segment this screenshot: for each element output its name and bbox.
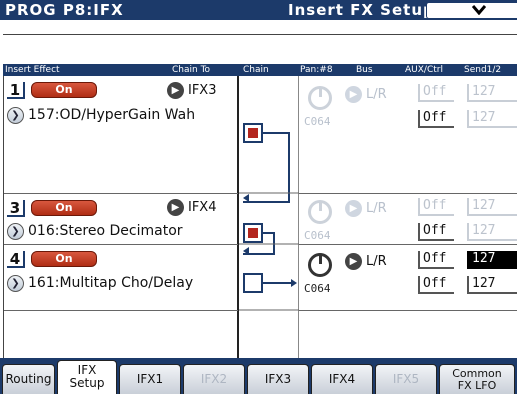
bus-arrow-icon: ▶ xyxy=(345,253,362,270)
chevron-down-icon xyxy=(471,5,487,16)
insert-fx-setup-screen: PROG P8:IFX Insert FX Setup Insert Effec… xyxy=(0,0,517,394)
tab-ifx5: IFX5 xyxy=(375,364,437,394)
slot-number: 1 xyxy=(7,82,25,99)
knob-pointer xyxy=(319,202,322,211)
chain-toggle[interactable] xyxy=(243,223,263,243)
pan-value: C064 xyxy=(304,282,331,295)
send2-value[interactable]: 127 xyxy=(467,276,517,294)
col-send: Send1/2 xyxy=(464,65,502,75)
send1-value: 127 xyxy=(467,84,517,102)
ctrl-value[interactable]: Off xyxy=(418,110,454,128)
pan-value: C064 xyxy=(304,229,331,242)
bus-select: ▶ L/R xyxy=(345,200,387,218)
divider xyxy=(299,244,517,245)
col-insert-effect: Insert Effect xyxy=(5,65,60,75)
ifx-on-button[interactable]: On xyxy=(31,251,97,267)
bus-value: L/R xyxy=(366,254,387,269)
bus-value: L/R xyxy=(366,87,387,102)
effect-name: 161:Multitap Cho/Delay xyxy=(28,275,194,291)
tab-ifx-setup[interactable]: IFX Setup xyxy=(57,360,117,394)
chain-to-value: IFX4 xyxy=(188,200,217,215)
send2-value: 127 xyxy=(467,223,517,241)
send1-value: 127 xyxy=(467,198,517,216)
chain-on-indicator xyxy=(248,128,258,138)
slot-number: 3 xyxy=(7,200,25,217)
tab-routing[interactable]: Routing xyxy=(2,364,55,394)
bus-arrow-icon: ▶ xyxy=(345,200,362,217)
send1-value[interactable]: 127 xyxy=(467,251,517,269)
chain-to-value: IFX3 xyxy=(188,83,217,98)
page-title: Insert FX Setup xyxy=(288,1,435,19)
divider xyxy=(299,310,517,311)
pan-knob xyxy=(308,86,332,110)
tab-ifx1[interactable]: IFX1 xyxy=(119,364,181,394)
routing-panel: C064 ▶ L/R Off Off 127 127 C064 ▶ L/R Off … xyxy=(299,76,517,358)
column-header: Insert Effect Chain To Chain Pan:#8 Bus … xyxy=(3,64,517,76)
chain-arrow-icon: ▶ xyxy=(167,82,184,99)
divider xyxy=(299,193,517,194)
col-aux-ctrl: AUX/Ctrl xyxy=(405,65,443,75)
knob-pointer xyxy=(319,88,322,97)
page-menu-button[interactable] xyxy=(426,2,517,19)
aux-value: Off xyxy=(418,198,454,216)
chevron-right-icon: ❯ xyxy=(7,106,24,124)
chain-toggle[interactable] xyxy=(243,123,263,143)
tab-common-fx-lfo[interactable]: Common FX LFO xyxy=(439,364,515,394)
col-pan: Pan:#8 xyxy=(300,65,333,75)
info-band xyxy=(3,34,517,64)
pan-knob[interactable] xyxy=(308,253,332,277)
tab-ifx4[interactable]: IFX4 xyxy=(311,364,373,394)
col-bus: Bus xyxy=(356,65,373,75)
chain-toggle[interactable] xyxy=(243,273,263,293)
knob-pointer xyxy=(319,255,322,264)
tab-bar: Routing IFX Setup IFX1 IFX2 IFX3 IFX4 IF… xyxy=(0,358,517,394)
divider xyxy=(4,310,238,311)
pan-knob xyxy=(308,200,332,224)
tab-label-line2: Setup xyxy=(69,376,105,390)
effect-name: 016:Stereo Decimator xyxy=(28,223,183,239)
chain-panel xyxy=(239,76,299,358)
bus-arrow-icon: ▶ xyxy=(345,86,362,103)
ctrl-value[interactable]: Off xyxy=(418,276,454,294)
ifx-on-button[interactable]: On xyxy=(31,82,97,98)
send2-value: 127 xyxy=(467,110,517,128)
tab-ifx3[interactable]: IFX3 xyxy=(247,364,309,394)
pan-value: C064 xyxy=(304,115,331,128)
chevron-right-icon: ❯ xyxy=(7,222,24,240)
chain-arrow-icon: ▶ xyxy=(167,199,184,216)
bus-select: ▶ L/R xyxy=(345,86,387,104)
divider xyxy=(4,244,238,245)
aux-value: Off xyxy=(418,84,454,102)
aux-value[interactable]: Off xyxy=(418,251,454,269)
chain-on-indicator xyxy=(248,228,258,238)
bus-select[interactable]: ▶ L/R xyxy=(345,253,387,271)
bus-value: L/R xyxy=(366,201,387,216)
effect-select[interactable]: ❯ 161:Multitap Cho/Delay xyxy=(7,273,193,293)
mode-title: PROG P8:IFX xyxy=(5,1,124,19)
title-bar: PROG P8:IFX Insert FX Setup xyxy=(0,0,517,20)
chain-to-selector[interactable]: ▶ IFX4 xyxy=(167,199,217,217)
effect-select[interactable]: ❯ 016:Stereo Decimator xyxy=(7,221,183,241)
ifx-on-button[interactable]: On xyxy=(31,200,97,216)
slot-number: 4 xyxy=(7,251,25,268)
tab-label-line1: IFX xyxy=(77,363,97,377)
effect-name: 157:OD/HyperGain Wah xyxy=(28,107,196,123)
col-chain-to: Chain To xyxy=(172,65,211,75)
col-chain: Chain xyxy=(243,65,269,75)
insert-effect-panel: 1 On ▶ IFX3 ❯ 157:OD/HyperGain Wah 3 On ▶ I… xyxy=(3,76,239,358)
chain-connector-lines xyxy=(239,132,299,311)
effect-select[interactable]: ❯ 157:OD/HyperGain Wah xyxy=(7,105,195,125)
tab-label-line2: FX LFO xyxy=(457,379,497,392)
ctrl-value[interactable]: Off xyxy=(418,223,454,241)
tab-ifx2: IFX2 xyxy=(183,364,245,394)
chevron-right-icon: ❯ xyxy=(7,274,24,292)
divider xyxy=(4,193,238,194)
chain-to-selector[interactable]: ▶ IFX3 xyxy=(167,82,217,100)
